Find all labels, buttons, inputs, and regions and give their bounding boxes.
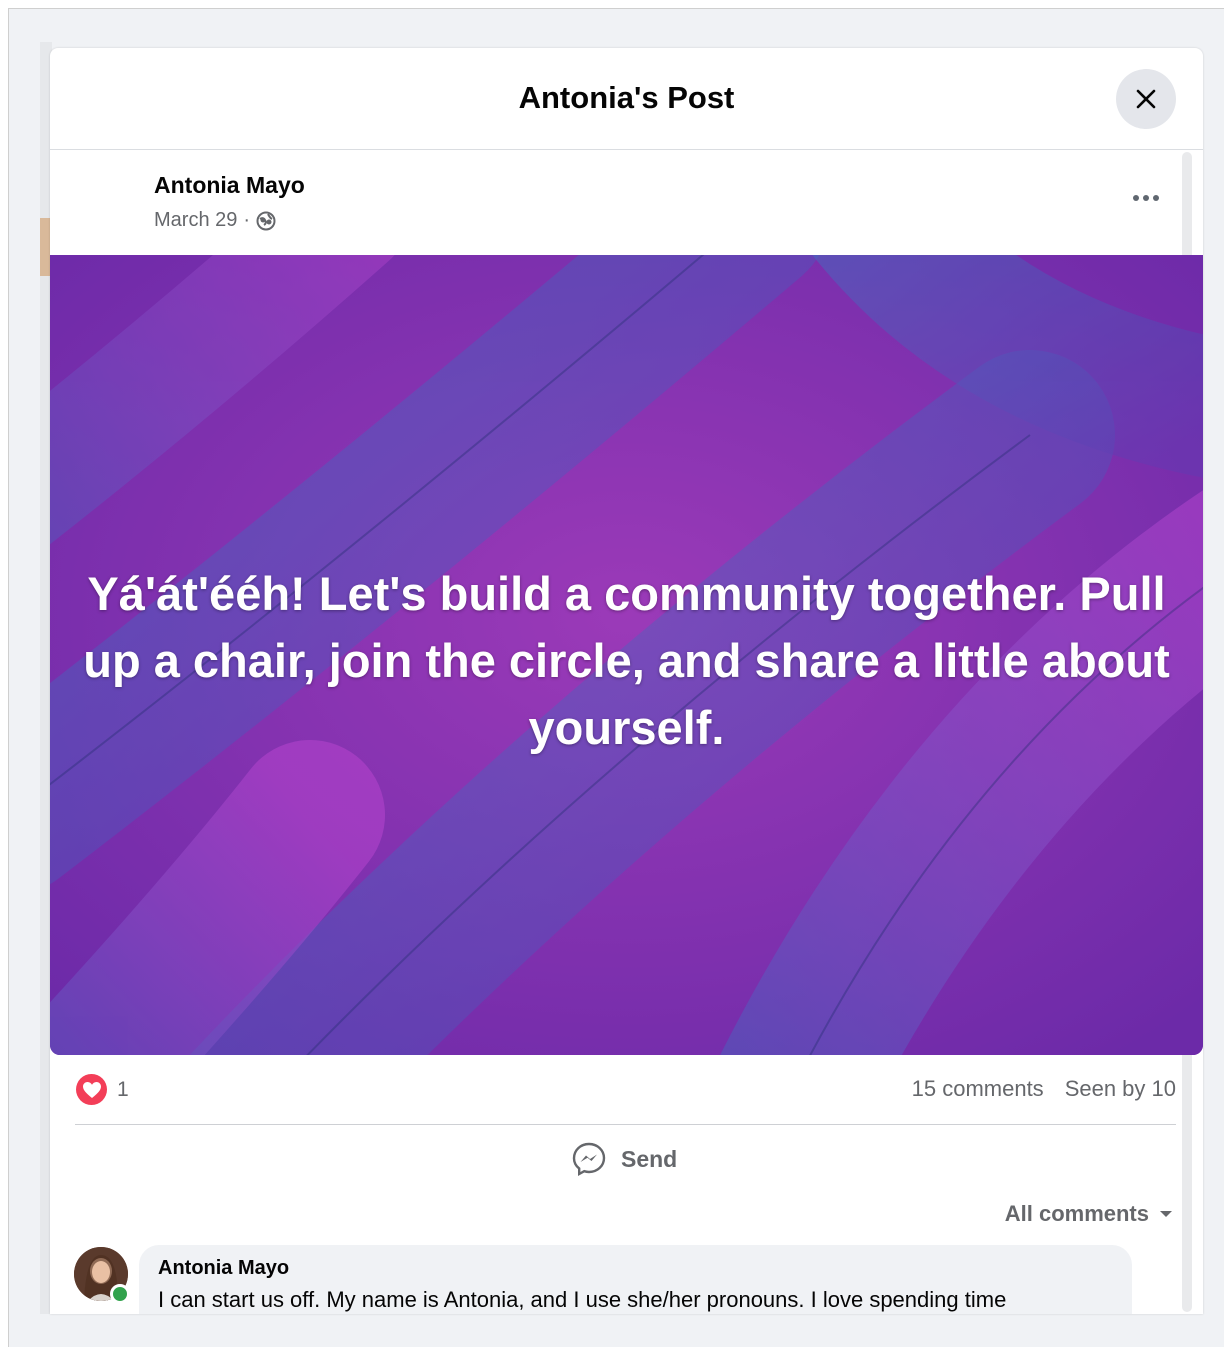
messenger-icon xyxy=(572,1142,606,1177)
post-image[interactable]: Yá'át'ééh! Let's build a community toget… xyxy=(50,255,1203,1055)
more-dot xyxy=(1143,195,1149,201)
comment-bubble: Antonia Mayo I can start us off. My name… xyxy=(139,1245,1132,1314)
actions-divider xyxy=(75,1124,1176,1125)
comment-text: I can start us off. My name is Antonia, … xyxy=(158,1287,1007,1312)
post-meta: March 29 · xyxy=(154,209,276,232)
background-thumbnail xyxy=(40,218,50,276)
comment-author[interactable]: Antonia Mayo xyxy=(158,1257,289,1280)
caret-down-icon xyxy=(1160,1211,1172,1217)
post-author-name[interactable]: Antonia Mayo xyxy=(154,172,305,199)
comments-filter-dropdown[interactable]: All comments xyxy=(1005,1201,1173,1227)
comments-filter-label: All comments xyxy=(1004,1201,1149,1226)
close-icon xyxy=(1136,89,1156,109)
modal-title: Antonia's Post xyxy=(518,80,735,115)
post-stats: 15 comments Seen by 10 xyxy=(912,1076,1176,1102)
modal-header: Antonia's Post xyxy=(50,48,1203,150)
reactions-summary[interactable]: 1 xyxy=(76,1074,129,1105)
reaction-count: 1 xyxy=(117,1077,129,1101)
post-image-text: Yá'át'ééh! Let's build a community toget… xyxy=(83,567,1170,754)
comments-count[interactable]: 15 comments xyxy=(912,1076,1044,1102)
more-options-button[interactable] xyxy=(1128,186,1164,210)
more-dot xyxy=(1153,195,1159,201)
close-button[interactable] xyxy=(1116,69,1176,129)
send-button[interactable]: Send xyxy=(571,1141,677,1177)
online-status-dot xyxy=(110,1284,130,1304)
more-options-icon xyxy=(1133,195,1139,201)
post-date[interactable]: March 29 xyxy=(154,209,237,232)
send-label: Send xyxy=(621,1145,678,1172)
post-modal: Antonia's Post Antonia Mayo March 29 · Y… xyxy=(50,48,1203,1314)
love-heart-icon xyxy=(76,1074,107,1105)
meta-separator: · xyxy=(243,209,251,231)
seen-by-count[interactable]: Seen by 10 xyxy=(1065,1076,1176,1102)
public-globe-icon[interactable] xyxy=(256,211,276,231)
